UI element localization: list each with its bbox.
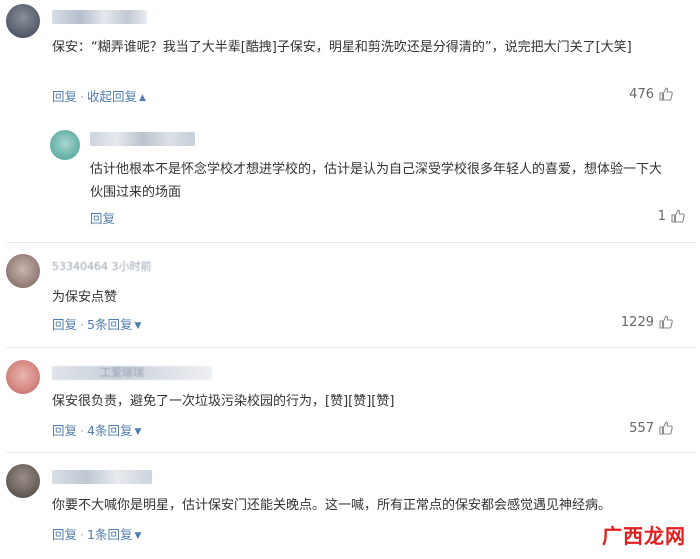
site-watermark: 广西龙网 <box>602 524 686 548</box>
username-blurred[interactable]: 工爱瑞瑞 <box>52 366 212 380</box>
reply-button[interactable]: 回复 <box>90 211 115 226</box>
username-blurred[interactable] <box>52 10 147 24</box>
comment-actions: 回复 · 1条回复 ▼ <box>52 524 141 543</box>
username-blurred[interactable]: 53340464 3小时前 <box>52 260 177 274</box>
like-count: 476 <box>629 86 654 102</box>
divider <box>6 347 696 348</box>
separator: · <box>80 89 84 104</box>
username-blurred[interactable] <box>90 132 195 146</box>
comment-text: 你要不大喊你是明星，估计保安门还能关晚点。这一喊，所有正常点的保安都会感觉遇见神… <box>52 498 612 513</box>
reply-button[interactable]: 回复 <box>52 89 77 104</box>
chevron-up-icon: ▲ <box>139 93 146 103</box>
nested-reply: 估计他根本不是怀念学校才想进学校的，估计是认为自己深受学校很多年轻人的喜爱，想体… <box>50 122 686 242</box>
expand-replies-label: 5条回复 <box>87 317 133 332</box>
divider <box>6 452 696 453</box>
avatar[interactable] <box>6 464 40 498</box>
like-button[interactable]: 1 <box>658 208 686 224</box>
reply-button[interactable]: 回复 <box>52 317 77 332</box>
avatar[interactable] <box>6 254 40 288</box>
reply-text: 估计他根本不是怀念学校才想进学校的，估计是认为自己深受学校很多年轻人的喜爱，想体… <box>90 162 663 200</box>
chevron-down-icon: ▼ <box>134 321 142 331</box>
like-button[interactable]: 557 <box>629 420 674 436</box>
expand-replies-button[interactable]: 5条回复 ▼ <box>87 317 141 332</box>
reply-actions: 回复 <box>90 208 115 227</box>
comment-actions: 回复 · 4条回复 ▼ <box>52 420 141 439</box>
like-count: 557 <box>629 420 654 436</box>
expand-replies-label: 1条回复 <box>87 527 133 542</box>
collapse-replies-label: 收起回复 <box>87 89 138 104</box>
reply-button[interactable]: 回复 <box>52 527 77 542</box>
collapse-replies-button[interactable]: 收起回复 ▲ <box>87 89 146 104</box>
like-button[interactable]: 1229 <box>621 314 674 330</box>
thumbs-up-icon <box>671 209 685 223</box>
comment-actions: 回复 · 5条回复 ▼ <box>52 314 141 333</box>
reply-button[interactable]: 回复 <box>52 423 77 438</box>
comment-actions: 回复 · 收起回复 ▲ <box>52 86 146 105</box>
chevron-down-icon: ▼ <box>134 531 142 541</box>
expand-replies-button[interactable]: 4条回复 ▼ <box>87 423 141 438</box>
separator: · <box>80 317 84 332</box>
like-count: 1229 <box>620 314 654 330</box>
comment-text: 为保安点赞 <box>52 290 118 305</box>
thumbs-up-icon <box>659 87 673 101</box>
avatar[interactable] <box>50 130 80 160</box>
avatar[interactable] <box>6 4 40 38</box>
comment-text: 保安很负责，避免了一次垃圾污染校园的行为，[赞][赞][赞] <box>52 394 395 409</box>
username-blurred[interactable] <box>52 470 152 484</box>
divider <box>6 242 696 243</box>
expand-replies-button[interactable]: 1条回复 ▼ <box>87 527 141 542</box>
chevron-down-icon: ▼ <box>134 427 142 437</box>
thumbs-up-icon <box>659 421 673 435</box>
separator: · <box>80 423 84 438</box>
avatar[interactable] <box>6 360 40 394</box>
separator: · <box>80 527 84 542</box>
comment-text: 保安：“糊弄谁呢？我当了大半辈[酷拽]子保安，明星和剪洗吹还是分得清的”，说完把… <box>52 40 632 55</box>
thumbs-up-icon <box>659 315 673 329</box>
expand-replies-label: 4条回复 <box>87 423 133 438</box>
username-text: 工爱瑞瑞 <box>100 366 144 379</box>
like-button[interactable]: 476 <box>629 86 674 102</box>
like-count: 1 <box>657 208 666 224</box>
username-text: 53340464 3小时前 <box>52 260 152 273</box>
